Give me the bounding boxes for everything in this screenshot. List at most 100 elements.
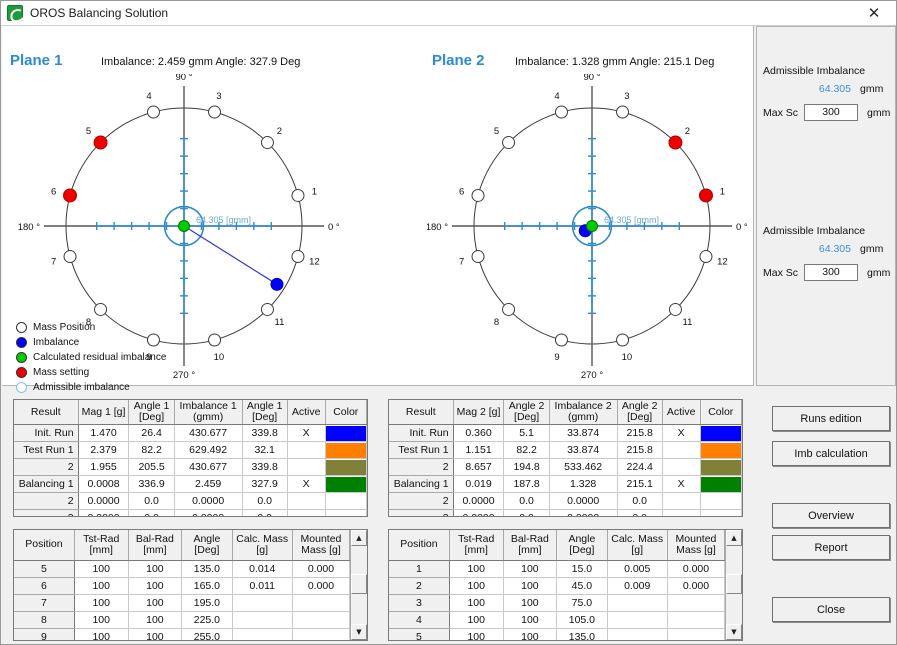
table-cell[interactable] [232, 628, 293, 640]
table-cell[interactable]: 100 [503, 594, 558, 612]
table-cell[interactable]: 100 [449, 628, 504, 640]
table-cell[interactable]: 430.677 [174, 424, 243, 442]
table-cell[interactable]: 2.459 [174, 475, 243, 493]
color-swatch-cell[interactable] [325, 492, 367, 510]
table-cell[interactable] [662, 441, 701, 459]
table-row[interactable]: Balancing 1 0.0008 336.9 2.459 327.9 X [14, 475, 367, 493]
position-cell[interactable]: 9 [14, 628, 75, 640]
color-swatch-cell[interactable] [325, 475, 367, 493]
table-cell[interactable]: 0.0008 [78, 475, 130, 493]
table-row[interactable]: Init. Run 1.470 26.4 430.677 339.8 X [14, 424, 367, 442]
table-cell[interactable]: 0.0000 [549, 492, 618, 510]
table-cell[interactable]: 5.1 [503, 424, 550, 442]
table-cell[interactable]: 100 [128, 628, 183, 640]
color-swatch-cell[interactable] [325, 441, 367, 459]
position-cell[interactable]: 7 [14, 594, 75, 612]
table-cell[interactable]: 336.9 [128, 475, 175, 493]
table-row[interactable]: 5 100 100 135.0 0.014 0.000 [14, 560, 350, 578]
table-cell[interactable]: 0.000 [667, 560, 725, 578]
position-2-scrollbar[interactable]: ▲ ▼ [725, 530, 742, 640]
column-header[interactable]: Color [700, 400, 742, 425]
table-row[interactable]: 2 0.0000 0.0 0.0000 0.0 [389, 492, 742, 510]
column-header[interactable]: Active [662, 400, 701, 425]
table-cell[interactable]: 0.0 [128, 509, 175, 516]
table-cell[interactable]: 0.0 [503, 492, 550, 510]
report-button[interactable]: Report [772, 535, 890, 560]
table-cell[interactable]: 0.000 [292, 577, 350, 595]
table-cell[interactable] [287, 492, 326, 510]
table-cell[interactable]: 100 [449, 560, 504, 578]
color-swatch-cell[interactable] [325, 458, 367, 476]
table-cell[interactable]: 339.8 [242, 424, 288, 442]
table-cell[interactable]: X [662, 424, 701, 442]
overview-button[interactable]: Overview [772, 503, 890, 528]
table-row[interactable]: 5 100 100 135.0 [389, 628, 725, 640]
table-cell[interactable] [232, 611, 293, 629]
table-cell[interactable] [292, 628, 350, 640]
table-cell[interactable]: 82.2 [128, 441, 175, 459]
table-row[interactable]: 9 100 100 255.0 [14, 628, 350, 640]
table-row[interactable]: 2 1.955 205.5 430.677 339.8 [14, 458, 367, 476]
table-cell[interactable]: 0.0 [242, 492, 288, 510]
table-cell[interactable] [287, 458, 326, 476]
table-row[interactable]: 2 8.657 194.8 533.462 224.4 [389, 458, 742, 476]
column-header[interactable]: Imbalance 1 (gmm) [174, 400, 243, 425]
table-cell[interactable] [662, 458, 701, 476]
row-label-cell[interactable]: Init. Run [389, 424, 454, 442]
table-cell[interactable]: 100 [128, 560, 183, 578]
column-header[interactable]: Active [287, 400, 326, 425]
scroll-down-icon[interactable]: ▼ [726, 624, 742, 640]
row-label-cell[interactable]: Balancing 1 [14, 475, 79, 493]
position-1-scrollbar[interactable]: ▲ ▼ [350, 530, 367, 640]
column-header[interactable]: Mag 2 [g] [453, 400, 505, 425]
table-cell[interactable] [667, 594, 725, 612]
table-cell[interactable]: 2.379 [78, 441, 130, 459]
scroll-up-icon[interactable]: ▲ [726, 530, 742, 546]
table-row[interactable]: 2 100 100 45.0 0.009 0.000 [389, 577, 725, 595]
table-cell[interactable]: X [287, 424, 326, 442]
table-cell[interactable]: 215.8 [617, 441, 663, 459]
table-cell[interactable]: 45.0 [556, 577, 608, 595]
table-cell[interactable]: 255.0 [181, 628, 233, 640]
close-button[interactable]: Close [772, 597, 890, 622]
table-row[interactable]: Test Run 1 1.151 82.2 33.874 215.8 [389, 441, 742, 459]
row-label-cell[interactable]: Balancing 1 [389, 475, 454, 493]
position-cell[interactable]: 1 [389, 560, 450, 578]
table-cell[interactable]: 100 [74, 628, 129, 640]
row-label-cell[interactable]: 3 [14, 509, 79, 516]
table-cell[interactable]: 100 [74, 577, 129, 595]
table-cell[interactable]: 0.014 [232, 560, 293, 578]
column-header[interactable]: Position [389, 530, 450, 561]
scroll-up-icon[interactable]: ▲ [351, 530, 367, 546]
scroll-down-icon[interactable]: ▼ [351, 624, 367, 640]
table-cell[interactable]: 0.0000 [78, 492, 130, 510]
column-header[interactable]: Mounted Mass [g] [667, 530, 725, 561]
table-cell[interactable] [607, 628, 668, 640]
table-cell[interactable]: 100 [503, 577, 558, 595]
table-cell[interactable]: 0.0 [503, 509, 550, 516]
table-cell[interactable] [607, 611, 668, 629]
position-cell[interactable]: 2 [389, 577, 450, 595]
table-cell[interactable]: 0.0 [242, 509, 288, 516]
row-label-cell[interactable]: Test Run 1 [389, 441, 454, 459]
table-cell[interactable]: X [287, 475, 326, 493]
row-label-cell[interactable]: 3 [389, 509, 454, 516]
table-cell[interactable] [607, 594, 668, 612]
column-header[interactable]: Angle [Deg] [556, 530, 608, 561]
position-table-plane-1[interactable]: Position Tst-Rad [mm] Bal-Rad [mm] Angle [D… [13, 529, 368, 641]
table-cell[interactable]: 0.0 [617, 509, 663, 516]
table-cell[interactable]: 0.000 [292, 560, 350, 578]
column-header[interactable]: Bal-Rad [mm] [128, 530, 183, 561]
table-cell[interactable]: 0.0000 [174, 509, 243, 516]
close-icon[interactable]: ✕ [852, 1, 896, 25]
table-row[interactable]: Test Run 1 2.379 82.2 629.492 32.1 [14, 441, 367, 459]
row-label-cell[interactable]: 2 [14, 492, 79, 510]
color-swatch-cell[interactable] [700, 458, 742, 476]
table-row[interactable]: 3 100 100 75.0 [389, 594, 725, 612]
table-cell[interactable]: 105.0 [556, 611, 608, 629]
table-cell[interactable] [662, 492, 701, 510]
table-cell[interactable]: 75.0 [556, 594, 608, 612]
table-cell[interactable] [662, 509, 701, 516]
table-cell[interactable]: 165.0 [181, 577, 233, 595]
table-cell[interactable]: 194.8 [503, 458, 550, 476]
